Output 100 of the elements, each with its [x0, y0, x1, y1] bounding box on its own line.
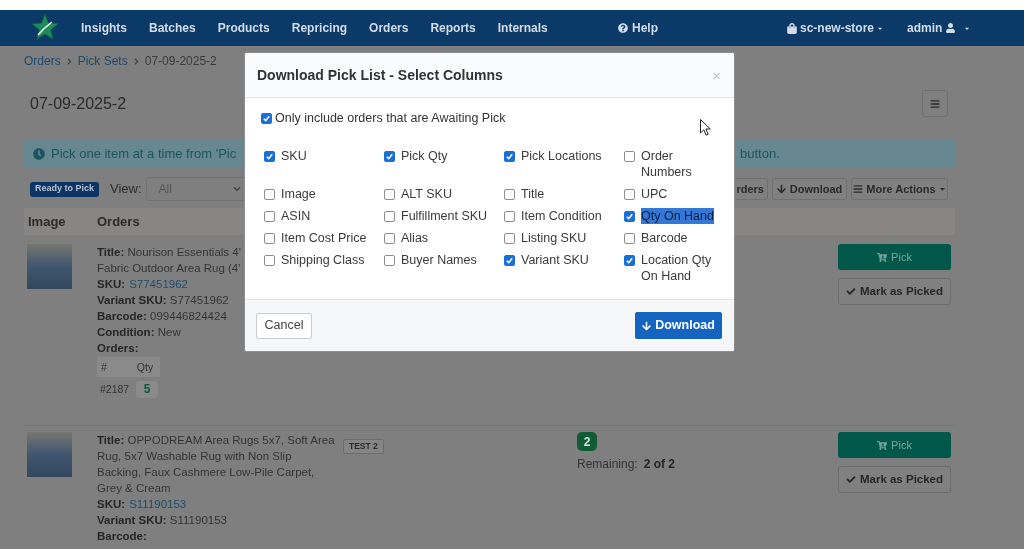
- nav-link[interactable]: Repricing: [291, 19, 348, 37]
- checkbox-label[interactable]: Barcode: [641, 230, 688, 246]
- photo-placeholder: [27, 244, 72, 289]
- checkbox-label[interactable]: Pick Qty: [401, 148, 448, 164]
- orders-label: Orders:: [97, 341, 139, 356]
- checkbox[interactable]: [504, 211, 515, 222]
- checkbox[interactable]: [384, 255, 395, 266]
- checkbox-label[interactable]: Item Condition: [521, 208, 602, 224]
- checkbox[interactable]: [384, 189, 395, 200]
- checkbox[interactable]: [504, 233, 515, 244]
- nav-link[interactable]: Insights: [81, 19, 127, 37]
- checkbox[interactable]: [624, 233, 635, 244]
- checkbox[interactable]: [384, 233, 395, 244]
- help-link[interactable]: Help: [618, 18, 658, 37]
- nav-link[interactable]: Batches: [149, 19, 196, 37]
- menu-button[interactable]: [922, 90, 948, 117]
- star-logo: [30, 13, 60, 43]
- checkbox[interactable]: [264, 151, 275, 162]
- column-header: Orders: [97, 212, 140, 231]
- column-header: Image: [28, 213, 66, 229]
- count-badge: 2: [577, 432, 597, 451]
- sku-label: SKU:: [97, 277, 126, 292]
- check-icon: [845, 287, 856, 296]
- cart-icon: [877, 440, 888, 450]
- detail-text: Variant SKU: S77451962: [97, 293, 229, 308]
- checkbox-label[interactable]: SKU: [281, 148, 307, 164]
- status-badge: Ready to Pick: [30, 181, 100, 197]
- nav-link[interactable]: Reports: [430, 19, 476, 37]
- checkbox-label[interactable]: Item Cost Price: [281, 230, 367, 246]
- cancel-button[interactable]: Cancel: [256, 312, 312, 339]
- checkbox-label[interactable]: Listing SKU: [521, 230, 587, 246]
- checkbox[interactable]: [264, 233, 275, 244]
- toolbar-button[interactable]: rders: [736, 178, 768, 200]
- clock-icon: [33, 147, 45, 160]
- checkbox[interactable]: [504, 189, 515, 200]
- checkbox-label[interactable]: ALT SKU: [401, 186, 452, 202]
- checkbox-label[interactable]: Title: [521, 186, 545, 202]
- checkbox-label[interactable]: Fulfillment SKU: [401, 208, 488, 224]
- alert-text: Pick one item at a time from 'Pic: [51, 144, 237, 163]
- checkbox-label[interactable]: Location Qty On Hand: [641, 252, 717, 284]
- column-header: Qty: [136, 360, 154, 375]
- mark-picked-button[interactable]: Mark as Picked: [838, 278, 951, 305]
- user-menu[interactable]: admin: [907, 19, 971, 37]
- nav-link[interactable]: Products: [217, 19, 270, 37]
- checkbox-label[interactable]: Only include orders that are Awaiting Pick: [275, 108, 506, 128]
- checkbox[interactable]: [624, 189, 635, 200]
- shopping-bag-icon: [787, 22, 797, 34]
- detail-text: Condition: New: [97, 325, 181, 340]
- chevron-right-icon: [133, 57, 139, 65]
- chevron-right-icon: [66, 57, 72, 65]
- checkbox-label[interactable]: Pick Locations: [521, 148, 602, 164]
- nav-link[interactable]: Orders: [369, 19, 409, 37]
- checkbox[interactable]: [624, 151, 635, 162]
- checkbox-label[interactable]: Buyer Names: [401, 252, 477, 268]
- download-button[interactable]: Download: [635, 312, 722, 339]
- checkbox[interactable]: [384, 211, 395, 222]
- checkbox-label[interactable]: Variant SKU: [521, 252, 589, 268]
- checkbox[interactable]: [264, 189, 275, 200]
- dialog-title: Download Pick List - Select Columns: [257, 65, 503, 85]
- mouse-pointer-icon: [700, 119, 711, 136]
- checkbox[interactable]: [624, 211, 635, 222]
- checkbox[interactable]: [261, 112, 272, 124]
- quantity-badge: 5: [136, 380, 159, 398]
- menu-icon: [930, 98, 940, 109]
- chevron-down-icon: [232, 185, 241, 193]
- alert-text: button.: [740, 144, 780, 163]
- sku-label: SKU:: [97, 497, 126, 512]
- store-dropdown[interactable]: sc-new-store: [787, 19, 884, 37]
- check-icon: [845, 475, 856, 484]
- checkbox-label[interactable]: Image: [281, 186, 316, 202]
- checkbox[interactable]: [264, 255, 275, 266]
- product-title: Title: Nourison Essentials 4' Fabric Outdoor Area Rug (4': [97, 245, 241, 276]
- arrow-down-icon: [642, 320, 652, 331]
- detail-text: Variant SKU: S11190153: [97, 513, 227, 528]
- checkbox[interactable]: [504, 255, 515, 266]
- checkbox-label[interactable]: Shipping Class: [281, 252, 365, 268]
- checkbox-label[interactable]: UPC: [641, 186, 668, 202]
- checkbox-label[interactable]: ASIN: [281, 208, 311, 224]
- checkbox-label[interactable]: Qty On Hand: [641, 208, 714, 224]
- photo-placeholder: [27, 432, 72, 477]
- page-title: 07-09-2025-2: [30, 93, 127, 114]
- cart-icon: [877, 252, 888, 262]
- caret-down-icon: [938, 185, 946, 193]
- nav-link[interactable]: Internals: [497, 19, 548, 37]
- more-actions-button[interactable]: More Actions: [851, 178, 948, 200]
- column-header: #: [101, 360, 107, 375]
- checkbox-label[interactable]: Alias: [401, 230, 429, 246]
- remaining-text: Remaining: 2 of 2: [577, 456, 676, 473]
- arrow-down-icon: [776, 184, 786, 194]
- checkbox[interactable]: [504, 151, 515, 162]
- product-title: Title: OPPODREAM Area Rugs 5x7, Soft Area Rug, 5x7 Washable Rug with Non Slip Backing, Faux Cashmere Low-Pile Carpet, Grey & Cream: [97, 433, 335, 496]
- checkbox[interactable]: [384, 151, 395, 162]
- view-label: View:: [110, 180, 142, 199]
- menu-icon: [853, 184, 864, 194]
- checkbox[interactable]: [624, 255, 635, 266]
- user-icon: [946, 23, 956, 33]
- mark-picked-button[interactable]: Mark as Picked: [838, 466, 951, 493]
- download-button[interactable]: Download: [772, 178, 847, 200]
- checkbox-label[interactable]: Order Numbers: [641, 148, 717, 180]
- checkbox[interactable]: [264, 211, 275, 222]
